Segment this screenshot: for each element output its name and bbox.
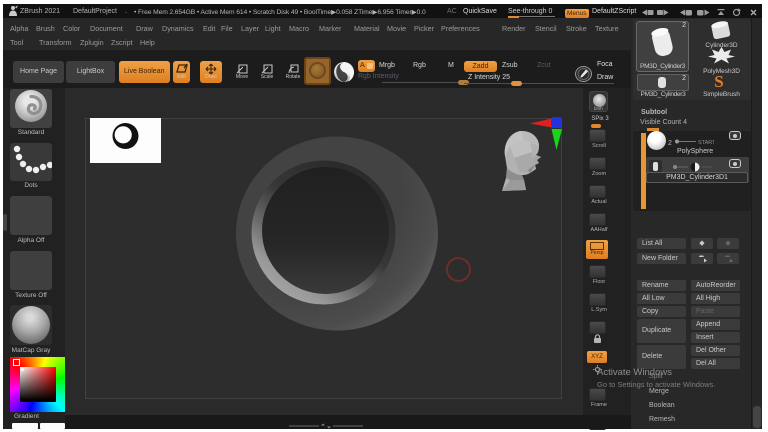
- svg-text:START: START: [698, 140, 714, 145]
- svg-text:S: S: [714, 73, 723, 90]
